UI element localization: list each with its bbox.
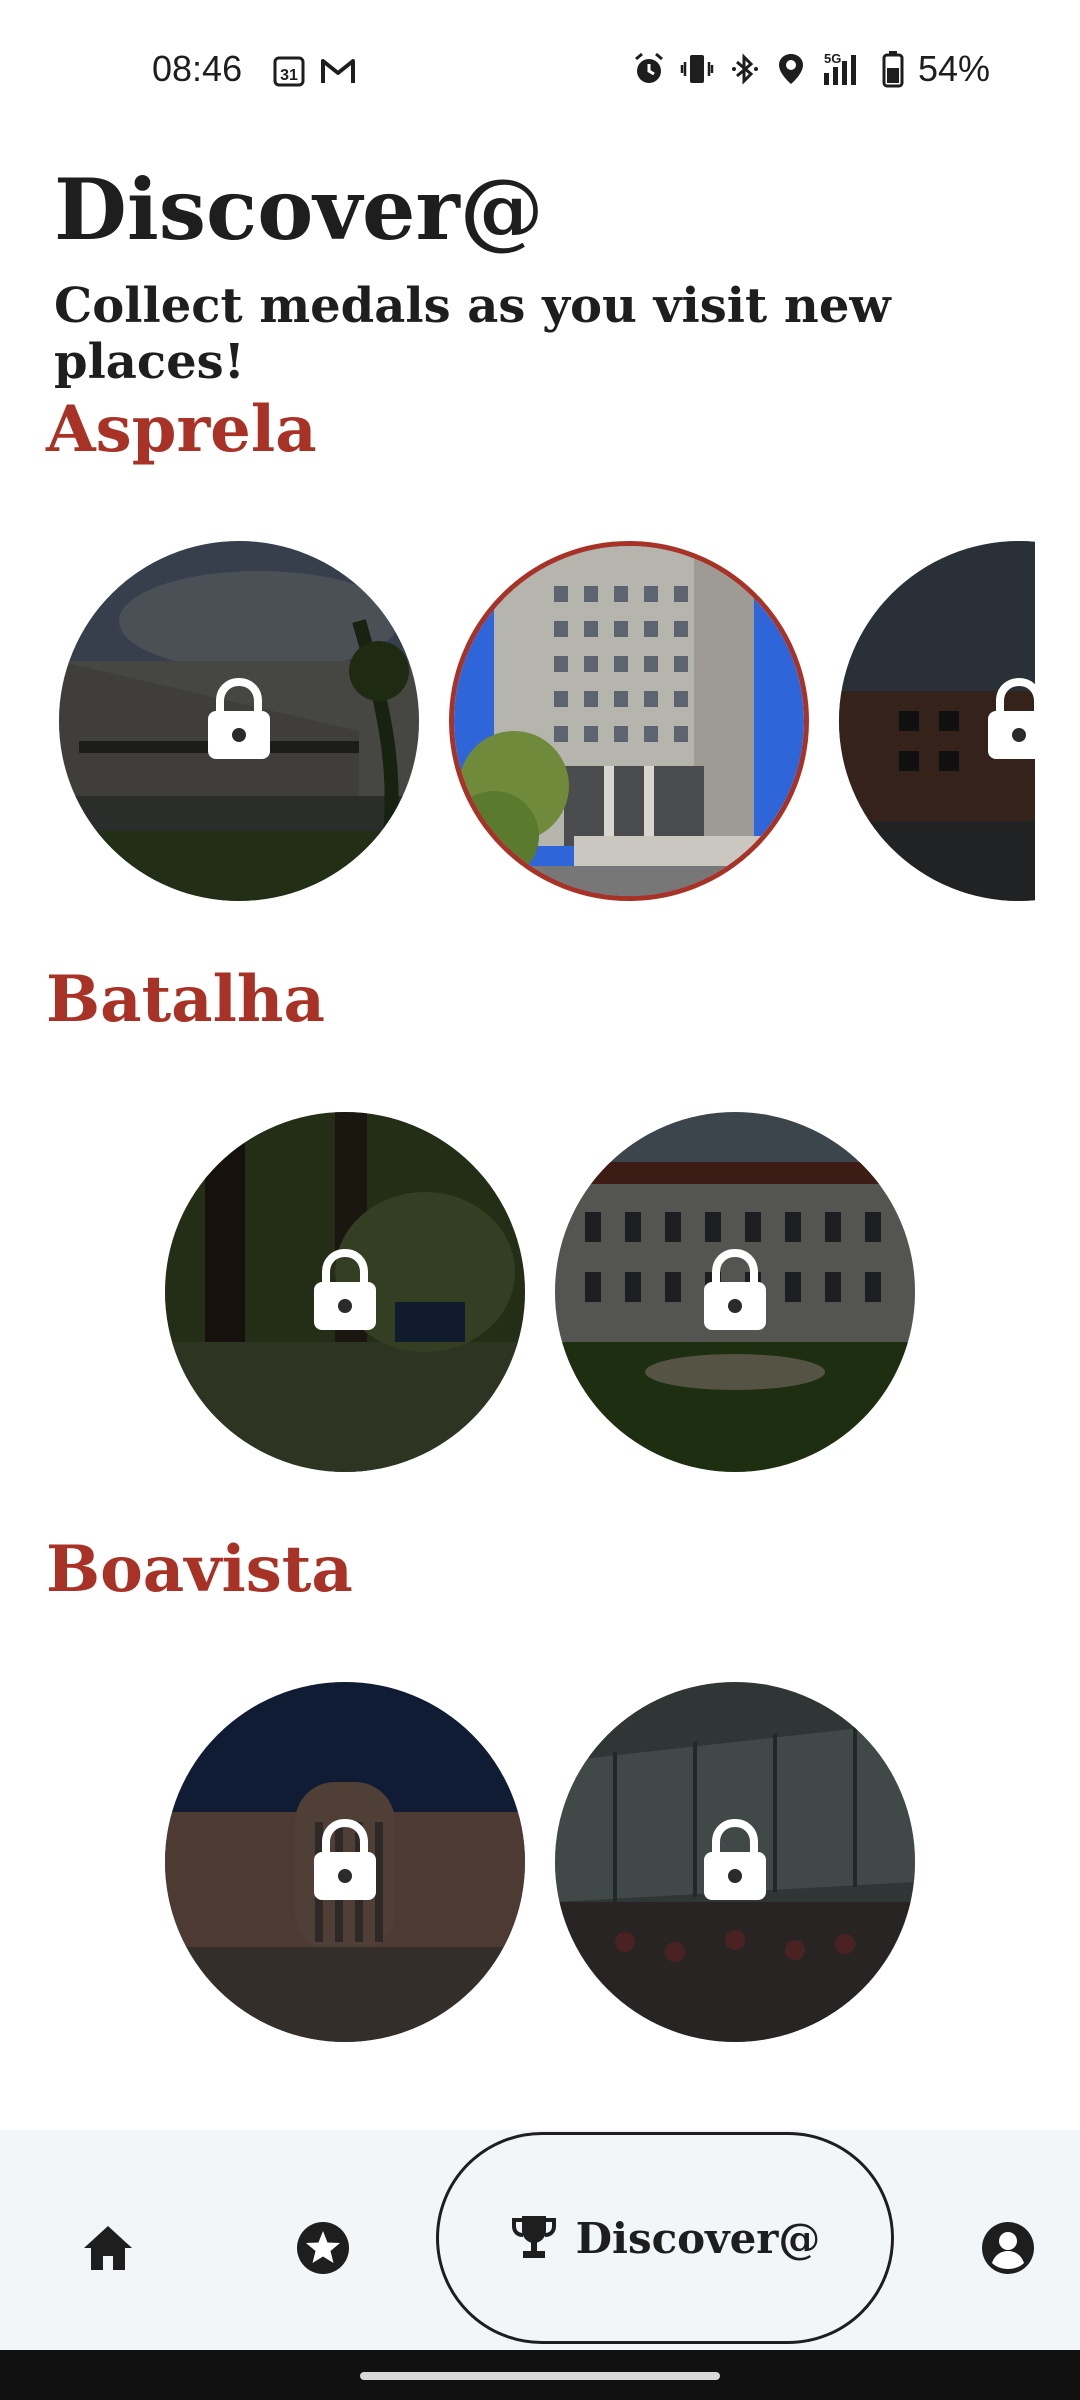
status-notification-icons: 31 xyxy=(272,54,356,88)
page-subtitle: Collect medals as you visit new places! xyxy=(54,278,891,390)
account-icon xyxy=(981,2221,1035,2279)
calendar-icon: 31 xyxy=(272,54,306,88)
lock-icon xyxy=(702,1248,768,1336)
lock-icon xyxy=(702,1818,768,1906)
bottom-navigation: Discover@ xyxy=(0,2130,1080,2350)
medal-locked[interactable] xyxy=(555,1112,915,1472)
medal-locked[interactable] xyxy=(839,541,1035,901)
medal-unlocked[interactable] xyxy=(449,541,809,901)
nav-favorites-button[interactable] xyxy=(273,2200,373,2300)
lock-icon xyxy=(312,1248,378,1336)
medal-locked[interactable] xyxy=(59,541,419,901)
nav-home-button[interactable] xyxy=(58,2200,158,2300)
medal-locked[interactable] xyxy=(555,1682,915,2042)
location-icon xyxy=(776,52,806,86)
section-title-batalha: Batalha xyxy=(46,962,325,1037)
medal-locked[interactable] xyxy=(165,1112,525,1472)
nav-discover-label: Discover@ xyxy=(575,2213,821,2263)
battery-icon xyxy=(882,50,904,88)
home-icon xyxy=(82,2224,134,2276)
gesture-handle[interactable] xyxy=(360,2372,720,2380)
svg-text:5G: 5G xyxy=(824,51,841,66)
medal-locked[interactable] xyxy=(165,1682,525,2042)
trophy-icon xyxy=(510,2212,558,2264)
status-bar: 08:46 31 5G 54% xyxy=(0,0,1080,130)
nav-profile-button[interactable] xyxy=(958,2200,1058,2300)
status-time: 08:46 xyxy=(152,48,243,89)
gmail-icon xyxy=(320,54,356,88)
svg-text:31: 31 xyxy=(280,67,298,84)
nav-discover-button[interactable]: Discover@ xyxy=(436,2132,894,2344)
lock-icon xyxy=(986,677,1035,765)
status-system-icons: 5G 54% xyxy=(632,48,990,90)
battery-percentage: 54% xyxy=(917,48,990,89)
system-gesture-bar xyxy=(0,2350,1080,2400)
star-icon xyxy=(296,2221,350,2279)
alarm-icon xyxy=(632,52,666,86)
page-title: Discover@ xyxy=(54,160,544,259)
section-title-asprela: Asprela xyxy=(46,392,317,467)
vibrate-icon xyxy=(680,52,714,86)
section-title-boavista: Boavista xyxy=(46,1532,353,1607)
signal-5g-icon: 5G xyxy=(820,51,868,87)
lock-icon xyxy=(312,1818,378,1906)
lock-icon xyxy=(206,677,272,765)
medal-photo xyxy=(454,546,804,896)
bluetooth-icon xyxy=(728,52,762,86)
